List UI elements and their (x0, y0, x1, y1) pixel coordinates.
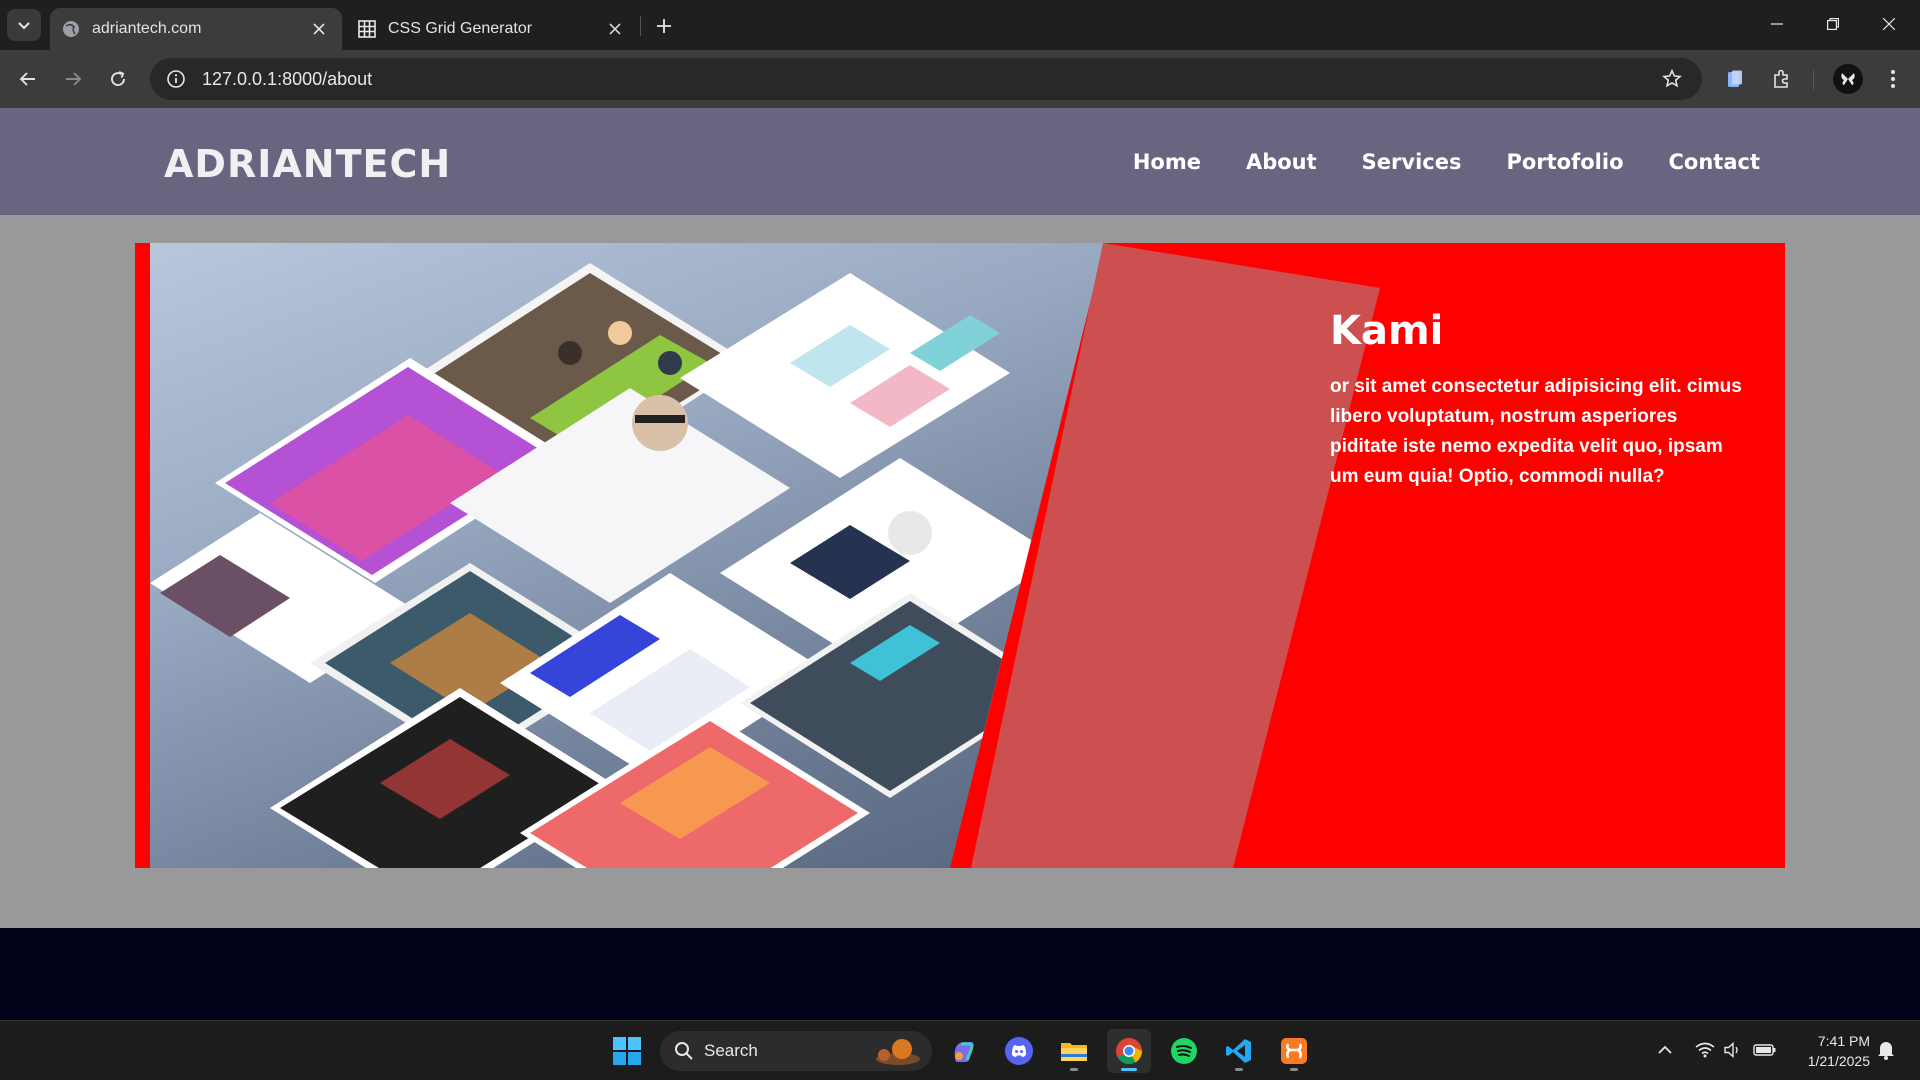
web-page: ADRIANTECH Home About Services Portofoli… (0, 108, 1920, 1020)
xampp-icon (1281, 1038, 1307, 1064)
windows-taskbar: Search 7:41 PM 1/21/2025 (0, 1020, 1920, 1080)
nav-link-contact[interactable]: Contact (1669, 150, 1761, 174)
nav-link-about[interactable]: About (1246, 150, 1317, 174)
restore-button[interactable] (1810, 8, 1856, 40)
tab-adriantech[interactable]: adriantech.com (50, 8, 342, 50)
tab-title: CSS Grid Generator (388, 20, 533, 37)
back-button[interactable] (11, 62, 45, 96)
browser-tabstrip: adriantech.com CSS Grid Generator (0, 0, 1920, 50)
forward-button[interactable] (56, 62, 90, 96)
reading-list-icon[interactable] (1718, 62, 1752, 96)
taskbar-app-spotify[interactable] (1162, 1029, 1206, 1073)
battery-icon[interactable] (1752, 1037, 1778, 1063)
chevron-down-icon (18, 22, 30, 30)
show-hidden-icons-button[interactable] (1655, 1037, 1675, 1063)
clock-time: 7:41 PM (1817, 1033, 1870, 1049)
discord-icon (1005, 1037, 1033, 1065)
restore-icon (1827, 18, 1839, 30)
taskbar-app-file-explorer[interactable] (1052, 1029, 1096, 1073)
vscode-icon (1226, 1039, 1251, 1063)
taskbar-app-copilot[interactable] (942, 1029, 986, 1073)
folder-icon (1061, 1043, 1087, 1061)
notification-bell-icon[interactable] (1874, 1037, 1898, 1063)
taskbar-search-label: Search (704, 1041, 758, 1060)
taskbar-app-discord[interactable] (997, 1029, 1041, 1073)
site-logo[interactable]: ADRIANTECH (164, 142, 451, 186)
site-footer (0, 928, 1920, 1020)
copilot-icon (954, 1042, 974, 1062)
profile-avatar[interactable] (1833, 64, 1863, 94)
search-icon (675, 1042, 693, 1060)
grid-icon (358, 20, 376, 38)
toolbar-separator (1813, 70, 1814, 90)
tab-separator (640, 16, 641, 36)
minimize-icon (1771, 23, 1783, 25)
browser-toolbar: 127.0.0.1:8000/about (0, 50, 1920, 108)
close-tab-icon[interactable] (308, 18, 330, 40)
clock-date: 1/21/2025 (1807, 1053, 1870, 1069)
spotify-icon (1171, 1038, 1197, 1064)
nav-link-services[interactable]: Services (1362, 150, 1462, 174)
arrow-right-icon (66, 72, 82, 86)
taskbar-search[interactable]: Search (660, 1031, 932, 1071)
taskbar-clock[interactable]: 7:41 PM 1/21/2025 (1790, 1031, 1870, 1071)
search-highlight-illustration-icon (876, 1039, 920, 1065)
reload-button[interactable] (101, 62, 135, 96)
globe-icon (62, 20, 80, 38)
new-tab-button[interactable] (650, 12, 678, 40)
close-icon (1883, 18, 1895, 30)
minimize-button[interactable] (1754, 8, 1800, 40)
about-text-block: Kami or sit amet consectetur adipisicing… (1330, 308, 1750, 492)
running-indicator (1070, 1068, 1078, 1071)
site-header: ADRIANTECH Home About Services Portofoli… (0, 108, 1920, 215)
browser-menu-icon[interactable] (1876, 62, 1910, 96)
start-button[interactable] (605, 1029, 649, 1073)
tab-title: adriantech.com (92, 20, 202, 37)
site-nav: Home About Services Portofolio Contact (1088, 150, 1760, 174)
butterfly-icon (1841, 73, 1855, 85)
address-bar[interactable]: 127.0.0.1:8000/about (150, 58, 1702, 100)
running-indicator (1121, 1068, 1137, 1071)
close-tab-icon[interactable] (604, 18, 626, 40)
volume-icon[interactable] (1722, 1037, 1744, 1063)
close-window-button[interactable] (1866, 8, 1912, 40)
windows-logo-icon (613, 1037, 641, 1065)
nav-link-home[interactable]: Home (1133, 150, 1201, 174)
chevron-up-icon (1658, 1045, 1672, 1054)
plus-icon (657, 19, 671, 33)
url-text: 127.0.0.1:8000/about (202, 68, 373, 89)
reload-icon (111, 71, 125, 86)
about-paragraph: or sit amet consectetur adipisicing elit… (1330, 376, 1742, 487)
bookmark-star-icon[interactable] (1660, 67, 1684, 91)
tab-search-button[interactable] (7, 9, 41, 41)
nav-link-portofolio[interactable]: Portofolio (1506, 150, 1623, 174)
running-indicator (1290, 1068, 1298, 1071)
about-title: Kami (1330, 308, 1444, 354)
tab-css-grid-generator[interactable]: CSS Grid Generator (346, 8, 638, 50)
chrome-icon (1116, 1038, 1143, 1065)
taskbar-app-chrome[interactable] (1107, 1029, 1151, 1073)
extensions-icon[interactable] (1764, 62, 1798, 96)
website-mockups-image (150, 243, 1105, 868)
arrow-left-icon (19, 72, 35, 86)
taskbar-app-xampp[interactable] (1272, 1029, 1316, 1073)
wifi-icon[interactable] (1694, 1037, 1716, 1063)
running-indicator (1235, 1068, 1243, 1071)
about-section: Kami or sit amet consectetur adipisicing… (135, 243, 1785, 868)
site-info-icon[interactable] (164, 67, 188, 91)
taskbar-app-vscode[interactable] (1217, 1029, 1261, 1073)
